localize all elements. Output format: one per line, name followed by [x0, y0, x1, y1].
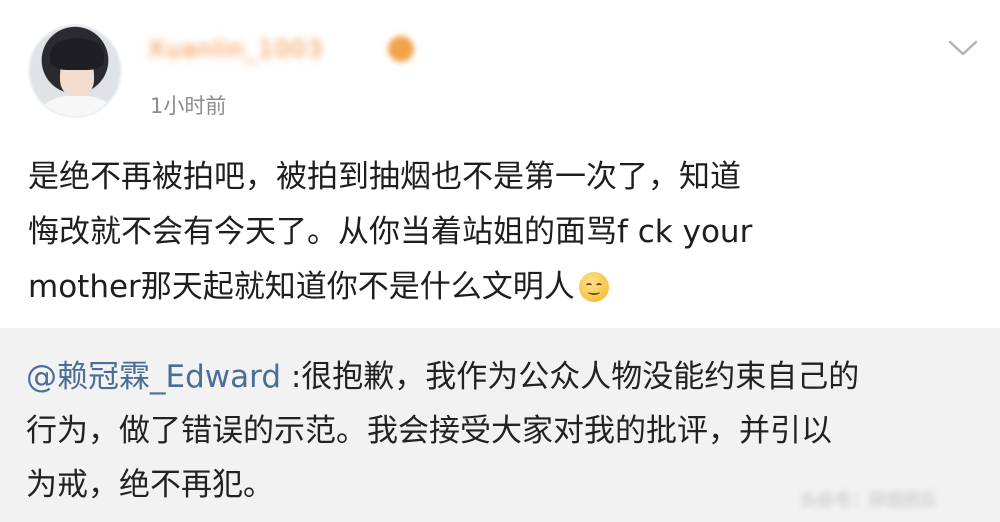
post-timestamp: 1小时前	[150, 94, 227, 118]
smiling-face-emoji-icon	[578, 272, 609, 302]
post-line-1: 是绝不再被拍吧，被拍到抽烟也不是第一次了，知道	[28, 159, 741, 195]
avatar[interactable]	[28, 24, 122, 118]
watermark: 头条号：添福娱乐	[800, 491, 936, 511]
username[interactable]: Xuanlin_1003	[148, 34, 323, 64]
avatar-shirt	[42, 96, 112, 116]
reply-line-1: @赖冠霖_Edward :很抱歉，我作为公众人物没能约束自己的	[26, 350, 976, 404]
reply-line-2: 行为，做了错误的示范。我会接受大家对我的批评，并引以	[26, 413, 832, 449]
post-line-2: 悔改就不会有今天了。从你当着站姐的面骂f ck your	[28, 214, 753, 250]
weibo-post: Xuanlin_1003 1小时前 是绝不再被拍吧，被拍到抽烟也不是第一次了，知…	[0, 0, 1000, 328]
reply-line-1-text: :很抱歉，我作为公众人物没能约束自己的	[281, 359, 860, 395]
mention-link[interactable]: @赖冠霖_Edward	[26, 359, 281, 395]
badge-icon	[388, 36, 414, 62]
post-body: 是绝不再被拍吧，被拍到抽烟也不是第一次了，知道 悔改就不会有今天了。从你当着站姐…	[28, 150, 968, 315]
post-line-3: mother那天起就知道你不是什么文明人	[28, 260, 968, 315]
post-line-3-text: mother那天起就知道你不是什么文明人	[28, 269, 575, 305]
avatar-hair	[50, 38, 104, 70]
chevron-down-icon[interactable]	[948, 38, 978, 58]
